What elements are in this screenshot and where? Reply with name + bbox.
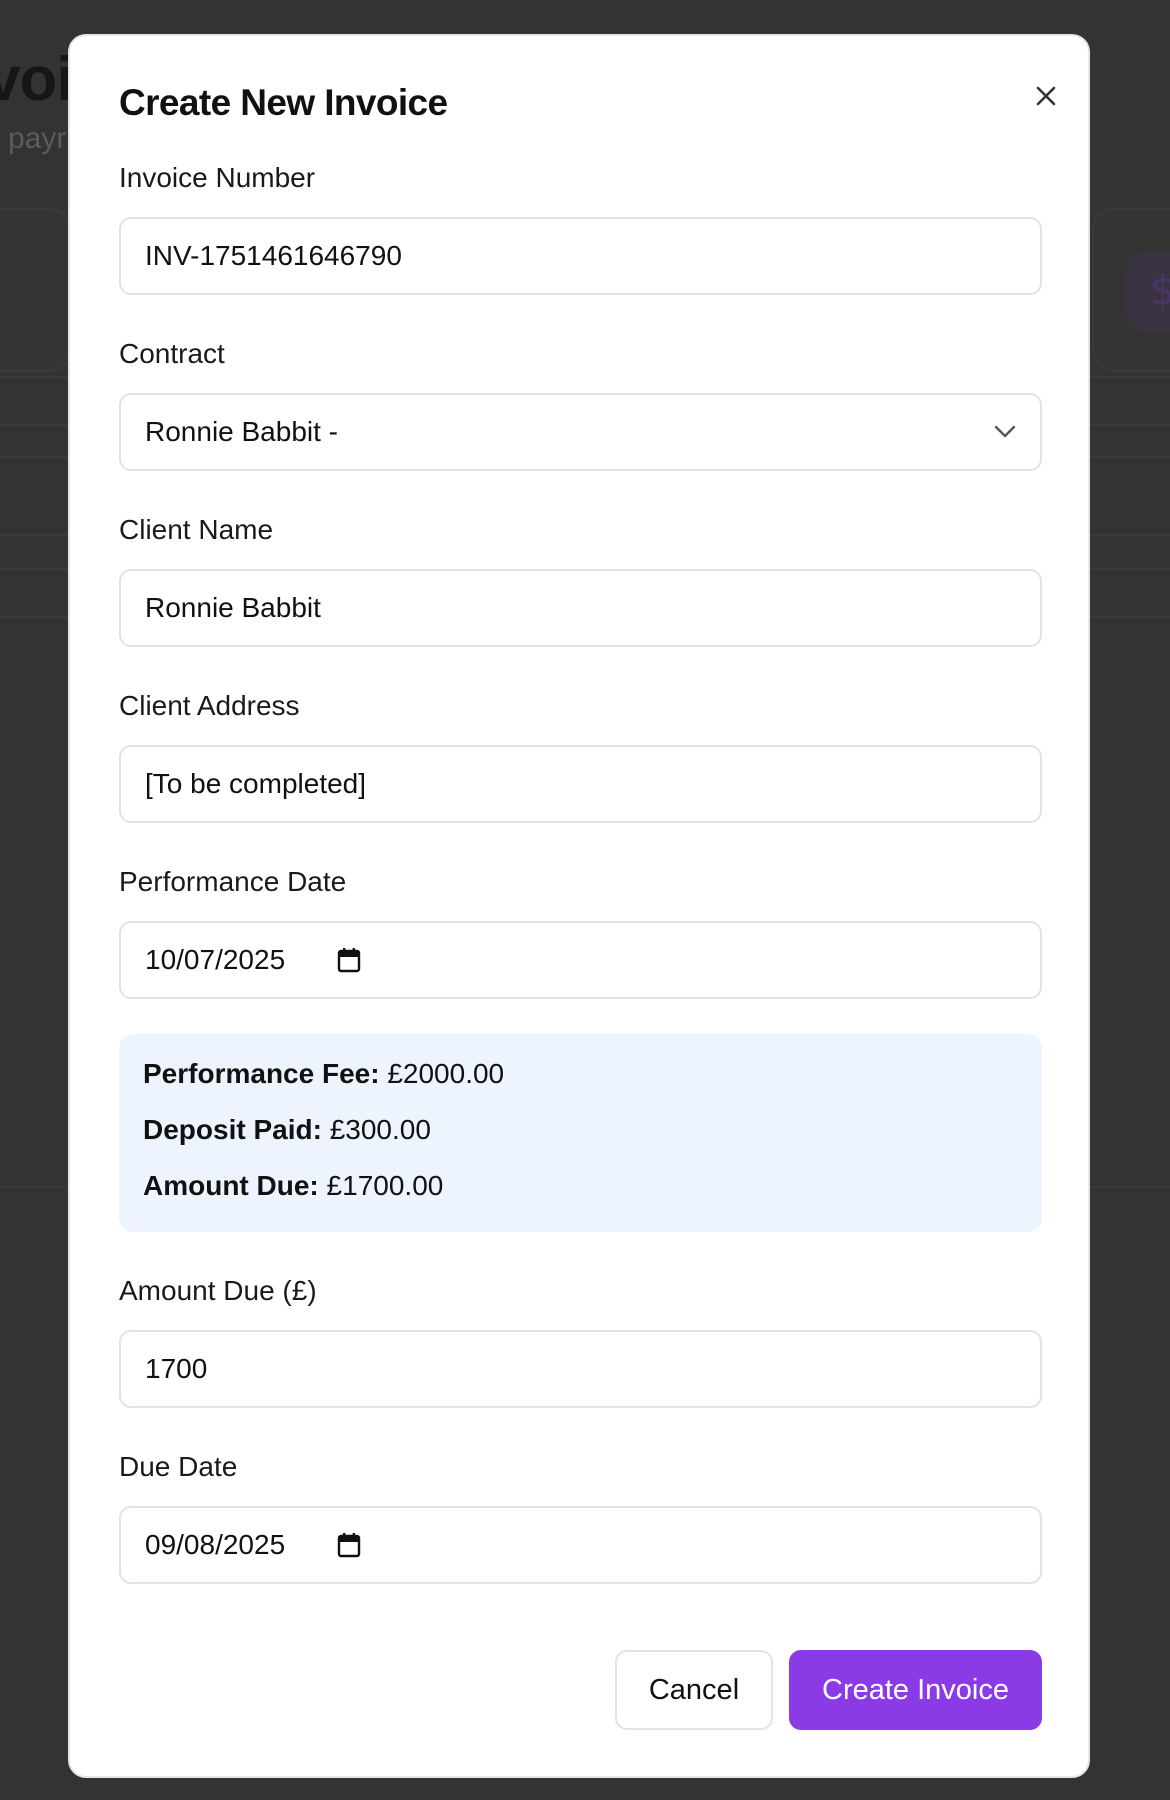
background-page-subtitle: payr bbox=[8, 122, 67, 155]
invoice-number-value: INV-1751461646790 bbox=[145, 240, 402, 271]
calendar-icon[interactable] bbox=[337, 947, 361, 973]
due-date-value: 09/08/2025 bbox=[145, 1529, 286, 1560]
close-icon bbox=[1036, 86, 1056, 106]
performance-date-input[interactable]: 10/07/2025 bbox=[119, 921, 1042, 999]
amount-due-summary-label: Amount Due: bbox=[143, 1170, 319, 1201]
deposit-paid-label: Deposit Paid: bbox=[143, 1114, 322, 1145]
calendar-icon[interactable] bbox=[337, 1532, 361, 1558]
dialog-title: Create New Invoice bbox=[119, 82, 448, 123]
due-date-input[interactable]: 09/08/2025 bbox=[119, 1506, 1042, 1584]
invoice-summary: Performance Fee: £2000.00 Deposit Paid: … bbox=[119, 1034, 1042, 1232]
client-name-value: Ronnie Babbit bbox=[145, 592, 321, 623]
amount-due-input[interactable]: 1700 bbox=[119, 1330, 1042, 1408]
performance-fee-value: £2000.00 bbox=[387, 1058, 505, 1089]
deposit-paid-row: Deposit Paid: £300.00 bbox=[143, 1116, 1018, 1144]
client-address-label: Client Address bbox=[119, 690, 300, 721]
invoice-number-label: Invoice Number bbox=[119, 162, 316, 193]
chevron-down-icon bbox=[994, 425, 1016, 439]
deposit-paid-value: £300.00 bbox=[329, 1114, 431, 1145]
performance-fee-label: Performance Fee: bbox=[143, 1058, 380, 1089]
create-invoice-button[interactable]: Create Invoice bbox=[789, 1650, 1042, 1730]
amount-due-summary-value: £1700.00 bbox=[326, 1170, 444, 1201]
create-invoice-dialog: Create New Invoice Invoice Number INV-17… bbox=[68, 34, 1090, 1778]
client-address-value: [To be completed] bbox=[145, 768, 367, 799]
performance-date-label: Performance Date bbox=[119, 866, 347, 897]
cancel-button[interactable]: Cancel bbox=[615, 1650, 773, 1730]
contract-label: Contract bbox=[119, 338, 225, 369]
client-address-input[interactable]: [To be completed] bbox=[119, 745, 1042, 823]
performance-date-value: 10/07/2025 bbox=[145, 944, 286, 975]
dollar-icon: $ bbox=[1150, 268, 1170, 314]
amount-due-value: 1700 bbox=[145, 1353, 208, 1384]
due-date-label: Due Date bbox=[119, 1451, 238, 1482]
contract-select[interactable]: Ronnie Babbit - bbox=[119, 393, 1042, 471]
background-card-left bbox=[0, 208, 72, 372]
client-name-label: Client Name bbox=[119, 514, 274, 545]
amount-due-row: Amount Due: £1700.00 bbox=[143, 1172, 1018, 1200]
contract-selected-value: Ronnie Babbit - bbox=[145, 416, 339, 447]
close-button[interactable] bbox=[1026, 76, 1066, 116]
performance-fee-row: Performance Fee: £2000.00 bbox=[143, 1060, 1018, 1088]
client-name-input[interactable]: Ronnie Babbit bbox=[119, 569, 1042, 647]
amount-due-label: Amount Due (£) bbox=[119, 1275, 317, 1306]
invoice-number-input[interactable]: INV-1751461646790 bbox=[119, 217, 1042, 295]
